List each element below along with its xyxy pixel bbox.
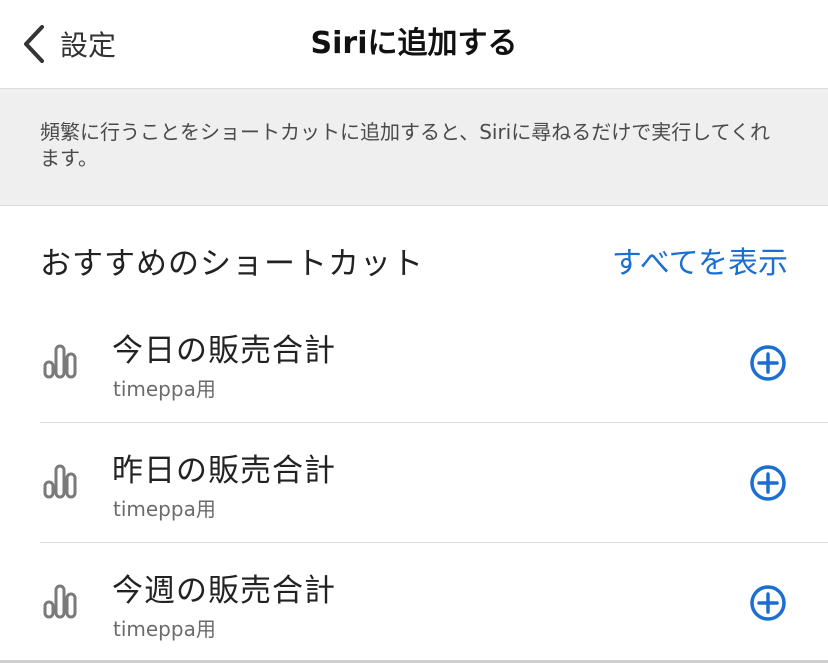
list-item: 今週の販売合計 timeppa用 bbox=[0, 543, 828, 663]
section-header: おすすめのショートカット すべてを表示 bbox=[0, 206, 828, 306]
shortcut-list: 今日の販売合計 timeppa用 昨日の販売合計 timeppa用 今週の販売合… bbox=[0, 303, 828, 663]
bar-chart-icon bbox=[42, 343, 78, 379]
shortcut-subtitle: timeppa用 bbox=[113, 617, 216, 641]
add-shortcut-button[interactable] bbox=[748, 343, 788, 383]
add-shortcut-button[interactable] bbox=[748, 583, 788, 623]
bar-chart-icon bbox=[42, 583, 78, 619]
see-all-link[interactable]: すべてを表示 bbox=[612, 238, 788, 282]
add-shortcut-button[interactable] bbox=[748, 463, 788, 503]
banner-description: 頻繁に行うことをショートカットに追加すると、Siriに尋ねるだけで実行してくれま… bbox=[40, 120, 771, 170]
shortcut-subtitle: timeppa用 bbox=[113, 377, 216, 401]
shortcut-subtitle: timeppa用 bbox=[113, 497, 216, 521]
shortcut-title: 今週の販売合計 bbox=[112, 573, 336, 609]
list-item: 昨日の販売合計 timeppa用 bbox=[0, 423, 828, 543]
navigation-bar: 設定 Siriに追加する bbox=[0, 0, 828, 88]
plus-circle-icon bbox=[750, 465, 786, 501]
shortcut-title: 今日の販売合計 bbox=[112, 333, 336, 369]
shortcut-title: 昨日の販売合計 bbox=[112, 453, 336, 489]
list-item: 今日の販売合計 timeppa用 bbox=[0, 303, 828, 423]
plus-circle-icon bbox=[750, 585, 786, 621]
section-title: おすすめのショートカット bbox=[40, 246, 424, 282]
page-title: Siriに追加する bbox=[310, 26, 518, 61]
info-banner: 頻繁に行うことをショートカットに追加すると、Siriに尋ねるだけで実行してくれま… bbox=[0, 88, 828, 206]
bar-chart-icon bbox=[42, 463, 78, 499]
plus-circle-icon bbox=[750, 345, 786, 381]
